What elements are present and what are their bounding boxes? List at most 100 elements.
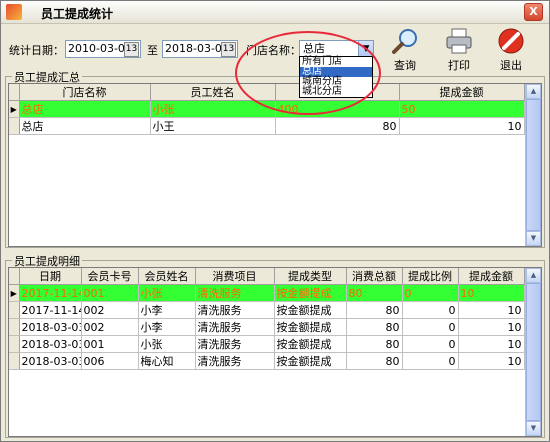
current-row-arrow-icon: ▶ — [9, 100, 20, 118]
summary-group: 员工提成汇总 门店名称 员工姓名 提成金额 ▶ 总店 小张 400 50 总店 … — [5, 69, 545, 248]
date-label: 统计日期： — [9, 44, 64, 57]
detail-col-amount[interactable]: 提成金额 — [458, 268, 525, 285]
date-to-calendar-button[interactable]: 13 — [221, 42, 236, 57]
detail-row[interactable]: 2017-11-14 002 小李 清洗服务 按金额提成 80 0 10 — [9, 301, 525, 319]
cell-member: 小张 — [138, 284, 196, 302]
summary-table: 门店名称 员工姓名 提成金额 ▶ 总店 小张 400 50 总店 小王 80 1… — [9, 84, 525, 135]
summary-row[interactable]: ▶ 总店 小张 400 50 — [9, 100, 525, 118]
cell-total: 80 — [346, 318, 403, 336]
cell-ratio: 0 — [402, 318, 459, 336]
detail-group: 员工提成明细 日期 会员卡号 会员姓名 消费项目 提成类型 消费总额 提成比例 … — [5, 253, 545, 438]
cell-total: 80 — [346, 352, 403, 370]
detail-header-row: 日期 会员卡号 会员姓名 消费项目 提成类型 消费总额 提成比例 提成金额 — [9, 268, 525, 285]
cell-type: 按金额提成 — [274, 284, 347, 302]
date-from-value: 2010-03-03 — [68, 42, 132, 55]
scroll-down-icon[interactable]: ▼ — [526, 231, 541, 246]
cell-card: 001 — [81, 335, 139, 353]
cell-store: 总店 — [19, 117, 151, 135]
summary-col-amount[interactable]: 提成金额 — [399, 84, 525, 101]
detail-col-type[interactable]: 提成类型 — [274, 268, 347, 285]
close-button[interactable]: X — [524, 3, 543, 21]
main-window: 员工提成统计 X 统计日期： 2010-03-03 13 至 2018-03-0… — [0, 0, 550, 442]
exit-button[interactable]: 退出 — [493, 27, 529, 73]
title-bar[interactable]: 员工提成统计 X — [1, 1, 549, 24]
scroll-up-icon[interactable]: ▲ — [526, 84, 541, 99]
cell-amount: 10 — [399, 117, 525, 135]
row-indicator — [9, 335, 20, 353]
chevron-down-icon[interactable]: ▼ — [358, 41, 373, 57]
detail-row[interactable]: ▶ 2017-11-14 001 小张 清洗服务 按金额提成 80 0 10 — [9, 284, 525, 302]
cell-item: 清洗服务 — [195, 301, 275, 319]
print-button[interactable]: 打印 — [441, 27, 477, 73]
printer-icon — [446, 28, 472, 54]
scroll-down-icon[interactable]: ▼ — [526, 421, 541, 436]
detail-col-member[interactable]: 会员姓名 — [138, 268, 196, 285]
cell-ratio: 0 — [402, 335, 459, 353]
app-icon — [6, 4, 22, 20]
date-to-field[interactable]: 2018-03-03 13 — [162, 40, 238, 58]
summary-scrollbar[interactable]: ▲ ▼ — [525, 84, 541, 246]
cell-date: 2018-03-03 — [19, 335, 82, 353]
cell-card: 002 — [81, 301, 139, 319]
detail-grid[interactable]: 日期 会员卡号 会员姓名 消费项目 提成类型 消费总额 提成比例 提成金额 ▶ … — [8, 267, 542, 437]
cell-member: 小李 — [138, 318, 196, 336]
summary-col-employee[interactable]: 员工姓名 — [150, 84, 276, 101]
query-label: 查询 — [394, 59, 416, 72]
store-label: 门店名称： — [246, 44, 301, 57]
cell-member: 小李 — [138, 301, 196, 319]
store-select-value: 总店 — [303, 42, 325, 55]
cell-total: 400 — [275, 100, 400, 118]
detail-col-date[interactable]: 日期 — [19, 268, 82, 285]
cell-employee: 小王 — [150, 117, 276, 135]
cell-date: 2017-11-14 — [19, 301, 82, 319]
print-label: 打印 — [448, 59, 470, 72]
cell-item: 清洗服务 — [195, 284, 275, 302]
cell-date: 2018-03-03 — [19, 352, 82, 370]
detail-col-card[interactable]: 会员卡号 — [81, 268, 139, 285]
detail-col-total[interactable]: 消费总额 — [346, 268, 403, 285]
row-indicator — [9, 117, 20, 135]
cell-date: 2018-03-03 — [19, 318, 82, 336]
cell-ratio: 0 — [402, 301, 459, 319]
cell-type: 按金额提成 — [274, 301, 347, 319]
cell-amount: 10 — [458, 352, 525, 370]
cell-card: 001 — [81, 284, 139, 302]
row-indicator — [9, 318, 20, 336]
no-entry-icon — [498, 28, 524, 54]
scroll-thumb[interactable] — [526, 283, 541, 421]
cell-member: 梅心知 — [138, 352, 196, 370]
row-indicator-header — [9, 268, 20, 285]
detail-row[interactable]: 2018-03-03 002 小李 清洗服务 按金额提成 80 0 10 — [9, 318, 525, 336]
row-indicator — [9, 352, 20, 370]
cell-ratio: 0 — [402, 352, 459, 370]
date-from-calendar-button[interactable]: 13 — [124, 42, 139, 57]
cell-amount: 10 — [458, 318, 525, 336]
detail-col-item[interactable]: 消费项目 — [195, 268, 275, 285]
query-button[interactable]: 查询 — [387, 27, 423, 73]
detail-scrollbar[interactable]: ▲ ▼ — [525, 268, 541, 436]
cell-card: 006 — [81, 352, 139, 370]
cell-amount: 10 — [458, 335, 525, 353]
summary-col-store[interactable]: 门店名称 — [19, 84, 151, 101]
exit-label: 退出 — [500, 59, 522, 72]
cell-card: 002 — [81, 318, 139, 336]
store-option[interactable]: 城北分店 — [300, 87, 372, 97]
window-title: 员工提成统计 — [41, 7, 114, 21]
detail-row[interactable]: 2018-03-03 001 小张 清洗服务 按金额提成 80 0 10 — [9, 335, 525, 353]
store-dropdown-list: 所有门店 总店 城南分店 城北分店 — [299, 56, 373, 98]
cell-type: 按金额提成 — [274, 352, 347, 370]
row-indicator — [9, 301, 20, 319]
detail-row[interactable]: 2018-03-03 006 梅心知 清洗服务 按金额提成 80 0 10 — [9, 352, 525, 370]
row-indicator-header — [9, 84, 20, 101]
cell-item: 清洗服务 — [195, 335, 275, 353]
scroll-up-icon[interactable]: ▲ — [526, 268, 541, 283]
cell-employee: 小张 — [150, 100, 276, 118]
cell-type: 按金额提成 — [274, 335, 347, 353]
detail-col-ratio[interactable]: 提成比例 — [402, 268, 459, 285]
summary-row[interactable]: 总店 小王 80 10 — [9, 117, 525, 135]
cell-ratio: 0 — [402, 284, 459, 302]
date-from-field[interactable]: 2010-03-03 13 — [65, 40, 141, 58]
cell-date: 2017-11-14 — [19, 284, 82, 302]
scroll-thumb[interactable] — [526, 99, 541, 231]
summary-grid[interactable]: 门店名称 员工姓名 提成金额 ▶ 总店 小张 400 50 总店 小王 80 1… — [8, 83, 542, 247]
